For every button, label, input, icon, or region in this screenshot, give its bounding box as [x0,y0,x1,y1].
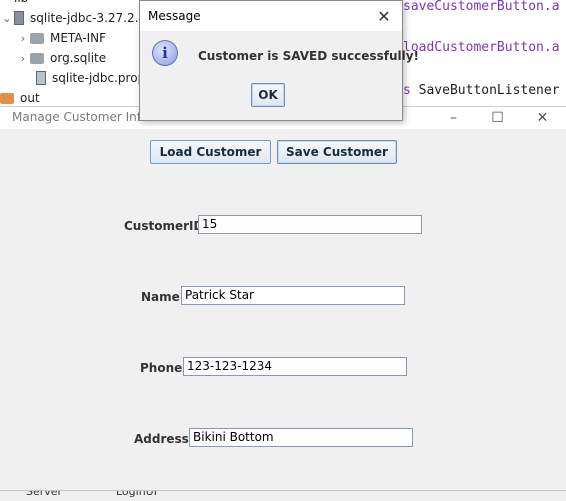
address-field[interactable]: Bikini Bottom [189,428,413,447]
tab-server[interactable]: Server [26,491,62,498]
code-text: SaveButtonListener [410,83,560,98]
close-icon: ✕ [377,6,391,26]
dialog-close-button[interactable]: ✕ [374,6,394,26]
maximize-button[interactable]: ☐ [475,107,520,129]
dialog-titlebar[interactable]: Message ✕ [140,1,402,31]
minimize-button[interactable]: – [431,107,476,129]
tree-label: out [20,91,40,105]
ok-button[interactable]: OK [251,83,285,107]
tree-label: lib [14,0,28,5]
phone-field[interactable]: 123-123-1234 [183,357,407,376]
tree-item-org-sqlite[interactable]: › org.sqlite [16,48,106,68]
code-text: loadCustomerButton.a [403,40,560,55]
tree-label: org.sqlite [50,51,107,65]
tree-item-lib[interactable]: lib [14,0,28,8]
dialog-message: Customer is SAVED successfully! [198,49,420,63]
info-icon: i [152,40,178,66]
file-icon [36,71,46,85]
chevron-down-icon[interactable]: ⌄ [0,12,14,25]
tree-item-meta-inf[interactable]: › META-INF [16,28,106,48]
jar-icon [14,11,24,25]
name-field[interactable]: Patrick Star [181,286,405,305]
chevron-right-icon[interactable]: › [16,32,30,45]
bottom-tab-strip: Server LoginUI [0,490,566,501]
customer-window: Manage Customer Information – ☐ ✕ Load C… [0,106,566,491]
folder-icon [30,52,44,64]
customer-id-field[interactable]: 15 [198,215,422,234]
customer-id-label: CustomerID [124,219,204,233]
message-dialog: Message ✕ i Customer is SAVED successful… [139,0,419,121]
dialog-title: Message [148,9,201,23]
minimize-icon: – [450,110,457,126]
code-text: saveCustomerButton.a [403,0,560,14]
tab-loginui[interactable]: LoginUI [116,491,157,498]
code-keyword: s [403,83,411,98]
folder-icon [0,92,14,104]
maximize-icon: ☐ [491,110,504,126]
code-line[interactable]: s SaveButtonListener [403,83,560,98]
tree-label: META-INF [50,31,107,45]
tree-item-out[interactable]: out [0,88,40,108]
chevron-right-icon[interactable]: › [16,52,30,65]
close-button[interactable]: ✕ [520,107,565,129]
code-line[interactable]: saveCustomerButton.a [403,0,560,14]
name-label: Name [141,290,180,304]
load-customer-button[interactable]: Load Customer [150,140,271,164]
save-customer-button[interactable]: Save Customer [277,140,397,164]
code-line[interactable]: loadCustomerButton.a [403,40,560,55]
folder-icon [30,32,44,44]
close-icon: ✕ [536,110,549,126]
address-label: Address [134,432,189,446]
phone-label: Phone [140,361,183,375]
